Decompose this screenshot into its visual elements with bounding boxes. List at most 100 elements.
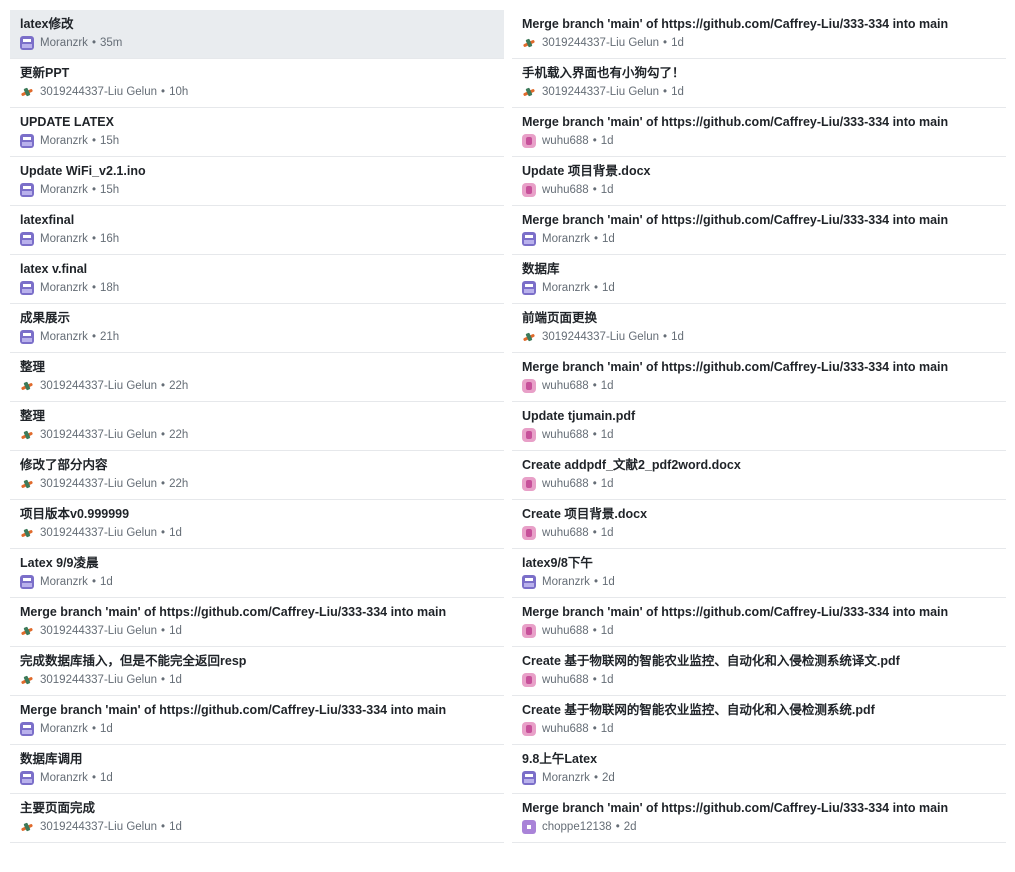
meta-separator: • — [663, 37, 668, 49]
commit-row[interactable]: Merge branch 'main' of https://github.co… — [512, 206, 1006, 255]
commit-time: 15h — [99, 135, 120, 147]
commit-row[interactable]: 项目版本v0.999999 3019244337-Liu Gelun • 1d — [10, 500, 504, 549]
commit-message: 前端页面更换 — [522, 311, 598, 325]
liu-gelun-avatar-icon — [20, 624, 34, 638]
commit-meta: 3019244337-Liu Gelun • 10h — [20, 85, 494, 99]
commit-time: 1d — [600, 380, 614, 392]
commit-time: 1d — [671, 37, 684, 49]
liu-gelun-avatar-icon — [20, 526, 34, 540]
commit-time: 1d — [601, 233, 615, 245]
commit-meta: 3019244337-Liu Gelun • 1d — [20, 673, 494, 687]
commit-row[interactable]: Merge branch 'main' of https://github.co… — [512, 108, 1006, 157]
commit-message: 修改了部分内容 — [20, 458, 108, 472]
commit-meta: 3019244337-Liu Gelun • 1d — [522, 85, 996, 99]
commit-author: Moranzrk — [542, 233, 590, 245]
commit-list-left: latex修改 Moranzrk • 35m 更新PPT 3019244337-Liu G… — [10, 10, 504, 843]
commit-meta: wuhu688 • 1d — [522, 379, 996, 393]
meta-separator: • — [161, 86, 166, 98]
commit-row[interactable]: Update WiFi_v2.1.ino Moranzrk • 15h — [10, 157, 504, 206]
commit-message: Update WiFi_v2.1.ino — [20, 164, 146, 178]
commit-row[interactable]: Update tjumain.pdf wuhu688 • 1d — [512, 402, 1006, 451]
meta-separator: • — [663, 331, 668, 343]
moranzrk-avatar-icon — [20, 330, 34, 344]
commit-history: latex修改 Moranzrk • 35m 更新PPT 3019244337-Liu G… — [0, 0, 1015, 872]
commit-row[interactable]: Create 基于物联网的智能农业监控、自动化和入侵检测系统.pdf wuhu68… — [512, 696, 1006, 745]
commit-row[interactable]: latex修改 Moranzrk • 35m — [10, 10, 504, 59]
commit-row[interactable]: 修改了部分内容 3019244337-Liu Gelun • 22h — [10, 451, 504, 500]
commit-time: 1d — [169, 527, 182, 539]
wuhu688-avatar-icon — [522, 134, 536, 148]
commit-row[interactable]: Update 项目背景.docx wuhu688 • 1d — [512, 157, 1006, 206]
commit-message: Create 项目背景.docx — [522, 507, 648, 521]
commit-time: 1d — [601, 576, 615, 588]
commit-time: 22h — [169, 380, 189, 392]
commit-row[interactable]: Create addpdf_文献2_pdf2word.docx wuhu688 • 1… — [512, 451, 1006, 500]
commit-row[interactable]: 9.8上午Latex Moranzrk • 2d — [512, 745, 1006, 794]
commit-author: Moranzrk — [40, 233, 88, 245]
liu-gelun-avatar-icon — [20, 820, 34, 834]
commit-author: wuhu688 — [542, 478, 589, 490]
commit-row[interactable]: latexfinal Moranzrk • 16h — [10, 206, 504, 255]
commit-message: latex修改 — [20, 17, 74, 31]
commit-row[interactable]: Merge branch 'main' of https://github.co… — [512, 598, 1006, 647]
commit-row[interactable]: 整理 3019244337-Liu Gelun • 22h — [10, 402, 504, 451]
commit-row[interactable]: Create 项目背景.docx wuhu688 • 1d — [512, 500, 1006, 549]
commit-meta: 3019244337-Liu Gelun • 1d — [522, 36, 996, 50]
meta-separator: • — [593, 576, 598, 588]
wuhu688-avatar-icon — [522, 183, 536, 197]
commit-row[interactable]: 成果展示 Moranzrk • 21h — [10, 304, 504, 353]
commit-row[interactable]: 数据库 Moranzrk • 1d — [512, 255, 1006, 304]
commit-time: 2d — [601, 772, 615, 784]
commit-row[interactable]: latex v.final Moranzrk • 18h — [10, 255, 504, 304]
commit-row[interactable]: 手机载入界面也有小狗勾了！ 3019244337-Liu Gelun • 1d — [512, 59, 1006, 108]
meta-separator: • — [91, 331, 96, 343]
commit-time: 18h — [99, 282, 120, 294]
commit-author: Moranzrk — [542, 282, 590, 294]
commit-author: Moranzrk — [40, 282, 88, 294]
commit-row[interactable]: 更新PPT 3019244337-Liu Gelun • 10h — [10, 59, 504, 108]
commit-meta: 3019244337-Liu Gelun • 1d — [20, 624, 494, 638]
commit-row[interactable]: 完成数据库插入，但是不能完全返回resp 3019244337-Liu Gelun… — [10, 647, 504, 696]
commit-message: Merge branch 'main' of https://github.co… — [522, 360, 949, 374]
commit-row[interactable]: latex9/8下午 Moranzrk • 1d — [512, 549, 1006, 598]
commit-row[interactable]: Merge branch 'main' of https://github.co… — [10, 598, 504, 647]
commit-row[interactable]: UPDATE LATEX Moranzrk • 15h — [10, 108, 504, 157]
commit-message: latexfinal — [20, 213, 75, 227]
commit-author: wuhu688 — [542, 135, 589, 147]
commit-author: Moranzrk — [40, 723, 88, 735]
commit-row[interactable]: 前端页面更换 3019244337-Liu Gelun • 1d — [512, 304, 1006, 353]
wuhu688-avatar-icon — [522, 526, 536, 540]
moranzrk-avatar-icon — [522, 232, 536, 246]
commit-row[interactable]: Merge branch 'main' of https://github.co… — [10, 696, 504, 745]
commit-time: 1d — [169, 821, 182, 833]
commit-row[interactable]: Merge branch 'main' of https://github.co… — [512, 10, 1006, 59]
liu-gelun-avatar-icon — [522, 330, 536, 344]
commit-row[interactable]: Latex 9/9凌晨 Moranzrk • 1d — [10, 549, 504, 598]
moranzrk-avatar-icon — [522, 771, 536, 785]
commit-row[interactable]: Create 基于物联网的智能农业监控、自动化和入侵检测系统译文.pdf wuhu… — [512, 647, 1006, 696]
commit-row[interactable]: 数据库调用 Moranzrk • 1d — [10, 745, 504, 794]
commit-meta: wuhu688 • 1d — [522, 134, 996, 148]
meta-separator: • — [592, 478, 597, 490]
commit-message: 整理 — [20, 360, 46, 374]
commit-author: wuhu688 — [542, 429, 589, 441]
moranzrk-avatar-icon — [20, 232, 34, 246]
commit-author: wuhu688 — [542, 625, 589, 637]
meta-separator: • — [161, 821, 166, 833]
choppe12138-avatar-icon — [522, 820, 536, 834]
commit-message: Merge branch 'main' of https://github.co… — [20, 703, 447, 717]
commit-time: 35m — [99, 37, 123, 49]
wuhu688-avatar-icon — [522, 624, 536, 638]
commit-time: 1d — [600, 429, 614, 441]
commit-message: UPDATE LATEX — [20, 115, 114, 129]
meta-separator: • — [592, 380, 597, 392]
commit-message: Update 项目背景.docx — [522, 164, 651, 178]
commit-row[interactable]: 整理 3019244337-Liu Gelun • 22h — [10, 353, 504, 402]
commit-time: 1d — [169, 674, 182, 686]
commit-time: 1d — [600, 723, 614, 735]
meta-separator: • — [161, 527, 166, 539]
commit-row[interactable]: Merge branch 'main' of https://github.co… — [512, 794, 1006, 843]
commit-row[interactable]: 主要页面完成 3019244337-Liu Gelun • 1d — [10, 794, 504, 843]
commit-author: Moranzrk — [542, 772, 590, 784]
commit-row[interactable]: Merge branch 'main' of https://github.co… — [512, 353, 1006, 402]
